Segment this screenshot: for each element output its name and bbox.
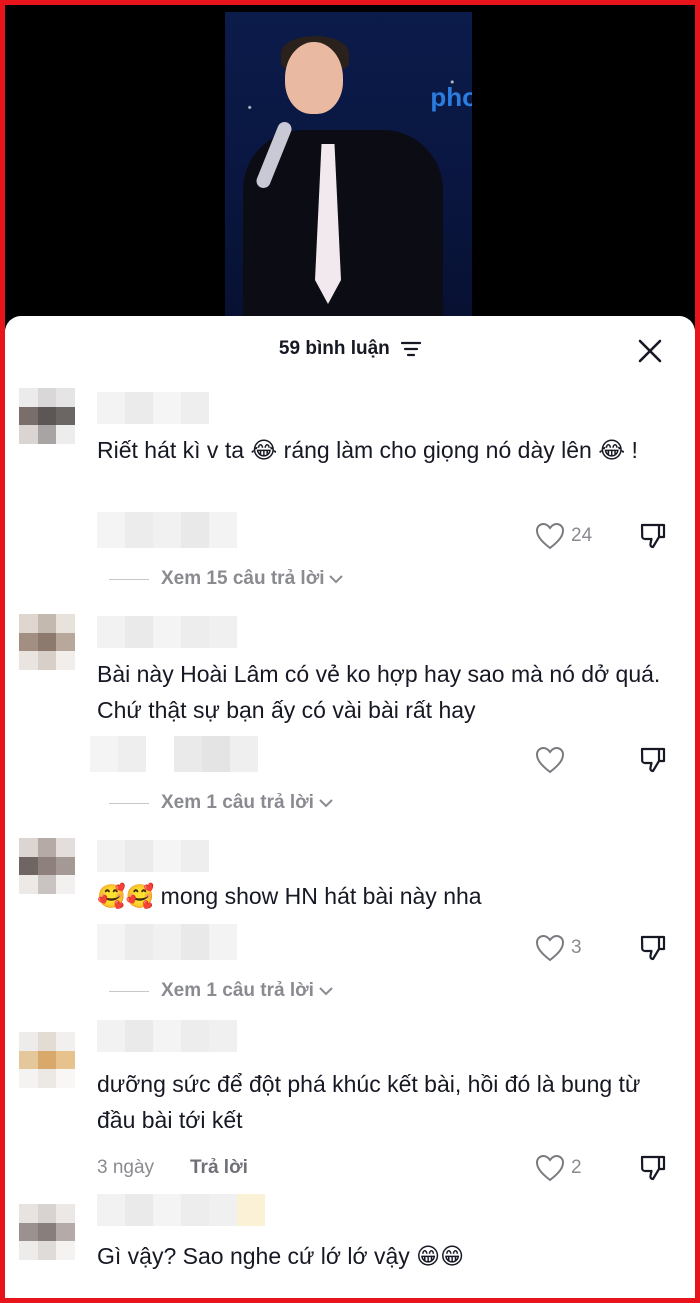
divider-line	[109, 802, 149, 804]
like-count: 3	[571, 937, 582, 958]
like-button[interactable]: 24	[535, 522, 592, 550]
like-count: 24	[571, 525, 593, 546]
dislike-icon[interactable]	[638, 744, 668, 774]
avatar[interactable]	[19, 1204, 75, 1260]
video-player[interactable]: pho	[0, 0, 700, 330]
avatar[interactable]	[19, 388, 75, 444]
meta-blurred	[97, 512, 237, 548]
username-blurred[interactable]	[97, 392, 209, 424]
view-replies-button[interactable]: Xem 1 câu trả lời	[109, 978, 334, 1004]
divider-line	[109, 990, 149, 992]
like-button[interactable]: 3	[535, 934, 582, 962]
like-count: 2	[571, 1157, 582, 1178]
comment-time: 3 ngày	[97, 1157, 155, 1178]
close-icon[interactable]	[637, 338, 663, 364]
view-replies-label: Xem 1 câu trả lời	[161, 792, 314, 813]
heart-icon	[535, 746, 565, 774]
comments-header: 59 bình luận	[5, 316, 695, 386]
username-blurred[interactable]	[97, 1020, 237, 1052]
avatar[interactable]	[19, 1032, 75, 1088]
comment-item: 🥰🥰 mong show HN hát bài này nha 3 Xem 1 …	[5, 834, 695, 1008]
dislike-icon[interactable]	[638, 520, 668, 550]
chevron-down-icon	[329, 575, 344, 584]
dislike-icon[interactable]	[638, 1152, 668, 1182]
view-replies-button[interactable]: Xem 15 câu trả lời	[109, 566, 344, 592]
divider-line	[109, 578, 149, 580]
view-replies-button[interactable]: Xem 1 câu trả lời	[109, 790, 334, 816]
comment-text: Riết hát kì v ta 😂 ráng làm cho giọng nó…	[97, 437, 638, 463]
comment-item: Bài này Hoài Lâm có vẻ ko hợp hay sao mà…	[5, 610, 695, 820]
singer-head	[285, 42, 343, 114]
like-button[interactable]: 2	[535, 1154, 582, 1182]
comments-sheet: 59 bình luận Riết hát kì v ta 😂 ráng làm…	[5, 316, 695, 1301]
username-blurred[interactable]	[97, 616, 237, 648]
view-replies-label: Xem 15 câu trả lời	[161, 568, 325, 589]
comment-item: dưỡng sức để đột phá khúc kết bài, hồi đ…	[5, 1018, 695, 1188]
stage-logo: pho	[430, 82, 472, 112]
chevron-down-icon	[319, 987, 333, 996]
meta-blurred	[90, 736, 258, 772]
heart-icon	[535, 522, 565, 550]
username-blurred[interactable]	[97, 840, 209, 872]
comment-text: 🥰🥰 mong show HN hát bài này nha	[97, 883, 482, 909]
chevron-down-icon	[319, 799, 333, 808]
heart-icon	[535, 1154, 565, 1182]
comment-item: Gì vậy? Sao nghe cứ lớ lớ vậy 😁😁	[5, 1192, 695, 1292]
avatar[interactable]	[19, 838, 75, 894]
comment-text: Bài này Hoài Lâm có vẻ ko hợp hay sao mà…	[97, 661, 661, 723]
view-replies-label: Xem 1 câu trả lời	[161, 980, 314, 1001]
video-frame: pho	[225, 12, 472, 330]
heart-icon	[535, 934, 565, 962]
meta-blurred	[97, 924, 237, 960]
comment-count-title[interactable]: 59 bình luận	[5, 338, 695, 360]
comment-text: Gì vậy? Sao nghe cứ lớ lớ vậy 😁😁	[97, 1243, 465, 1269]
username-blurred[interactable]	[97, 1194, 265, 1226]
filter-icon[interactable]	[401, 341, 422, 357]
comment-text: dưỡng sức để đột phá khúc kết bài, hồi đ…	[97, 1071, 641, 1133]
comment-item: Riết hát kì v ta 😂 ráng làm cho giọng nó…	[5, 386, 695, 596]
reply-button[interactable]: Trả lời	[190, 1157, 248, 1179]
dislike-icon[interactable]	[638, 932, 668, 962]
like-button[interactable]	[535, 746, 571, 774]
comment-count-label: 59 bình luận	[278, 338, 390, 359]
avatar[interactable]	[19, 614, 75, 670]
